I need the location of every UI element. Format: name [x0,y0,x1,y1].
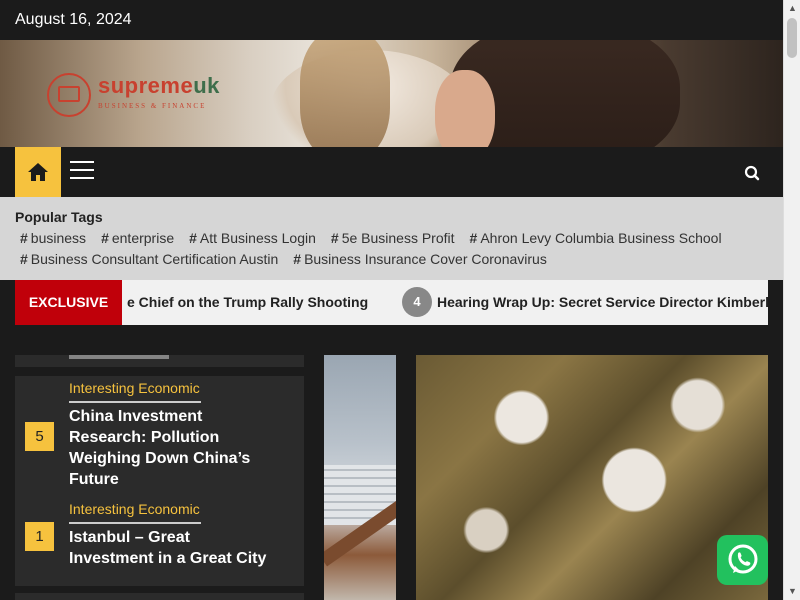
category-underline [69,522,201,524]
trending-list: 5 Interesting Economic China Investment … [15,376,304,586]
menu-bar [70,177,94,179]
search-icon [744,165,760,181]
main-nav [0,147,783,197]
hash-icon: # [101,230,109,246]
ticker-headline[interactable]: Hearing Wrap Up: Secret Service Director… [437,294,768,310]
tag-link[interactable]: # Business Consultant Certification Austi… [20,249,278,270]
top-bar: August 16, 2024 [0,0,783,40]
popular-tags-title: Popular Tags [15,209,103,225]
sidebar-previous-item [15,355,304,367]
category-link[interactable]: Interesting Economic [69,501,200,517]
hash-icon: # [20,251,28,267]
scroll-up-arrow-icon[interactable]: ▲ [784,0,800,17]
home-icon [28,163,48,181]
logo-name-part-a: supreme [98,73,194,98]
hamburger-menu-button[interactable] [70,161,94,183]
tag-label: Business Consultant Certification Austin [30,251,279,267]
tag-link[interactable]: #5e Business Profit [331,228,455,249]
exclusive-label: EXCLUSIVE [15,280,122,325]
tag-link[interactable]: # Att Business Login [189,228,316,249]
tag-list: # business # enterprise # Att Business Logi… [15,228,775,270]
ticker-headline[interactable]: e Chief on the Trump Rally Shooting [127,294,368,310]
sidebar-next-item [15,593,304,600]
menu-bar [70,169,94,171]
hash-icon: # [20,230,28,246]
banner-photo-shape [435,70,495,147]
page: August 16, 2024 supremeuk BUSINESS & FIN… [0,0,783,600]
tag-label: Att Business Login [199,230,316,246]
hash-icon: # [293,251,302,267]
hash-icon: # [469,230,478,246]
briefcase-icon [58,86,80,102]
tag-link[interactable]: # business [20,228,86,249]
current-date: August 16, 2024 [15,11,132,28]
article-title[interactable]: Istanbul – Great Investment in a Great C… [69,527,269,569]
scroll-down-arrow-icon[interactable]: ▼ [784,583,800,600]
site-logo[interactable]: supremeuk [98,73,220,99]
tag-link[interactable]: # Business Insurance Cover Coronavirus [293,249,547,270]
tag-link[interactable]: # enterprise [101,228,174,249]
whatsapp-icon [728,544,757,574]
tag-label: Ahron Levy Columbia Business School [480,230,722,246]
popular-tags-section: Popular Tags # business # enterprise # Att … [0,197,783,280]
header-banner: supremeuk BUSINESS & FINANCE [0,40,783,147]
site-tagline: BUSINESS & FINANCE [98,102,207,110]
banner-photo-shape [300,40,390,147]
menu-bar [70,161,94,163]
rank-badge: 5 [25,422,54,451]
whatsapp-button[interactable] [717,535,768,585]
featured-article-image[interactable] [416,355,768,600]
scrollbar[interactable]: ▲ ▼ [783,0,800,600]
tag-label: enterprise [111,230,175,246]
article-title[interactable]: China Investment Research: Pollution Wei… [69,406,269,490]
logo-name-part-b: uk [193,73,220,98]
main-content: 5 Interesting Economic China Investment … [0,325,783,600]
rank-badge: 1 [25,522,54,551]
home-button[interactable] [15,147,61,197]
tag-label: Business Insurance Cover Coronavirus [304,251,547,267]
tag-label: business [30,230,87,246]
ticker-thumbnail[interactable]: 4 [402,287,432,317]
hash-icon: # [189,230,197,246]
category-underline [69,401,201,403]
news-ticker: EXCLUSIVE e Chief on the Trump Rally Sho… [15,280,768,325]
tag-label: 5e Business Profit [341,230,455,246]
search-button[interactable] [742,163,762,183]
hash-icon: # [330,230,339,246]
article-image[interactable] [324,355,396,600]
scroll-thumb[interactable] [787,18,797,58]
tag-link[interactable]: # Ahron Levy Columbia Business School [470,228,722,249]
cut-off-text [69,355,169,359]
category-link[interactable]: Interesting Economic [69,380,200,396]
